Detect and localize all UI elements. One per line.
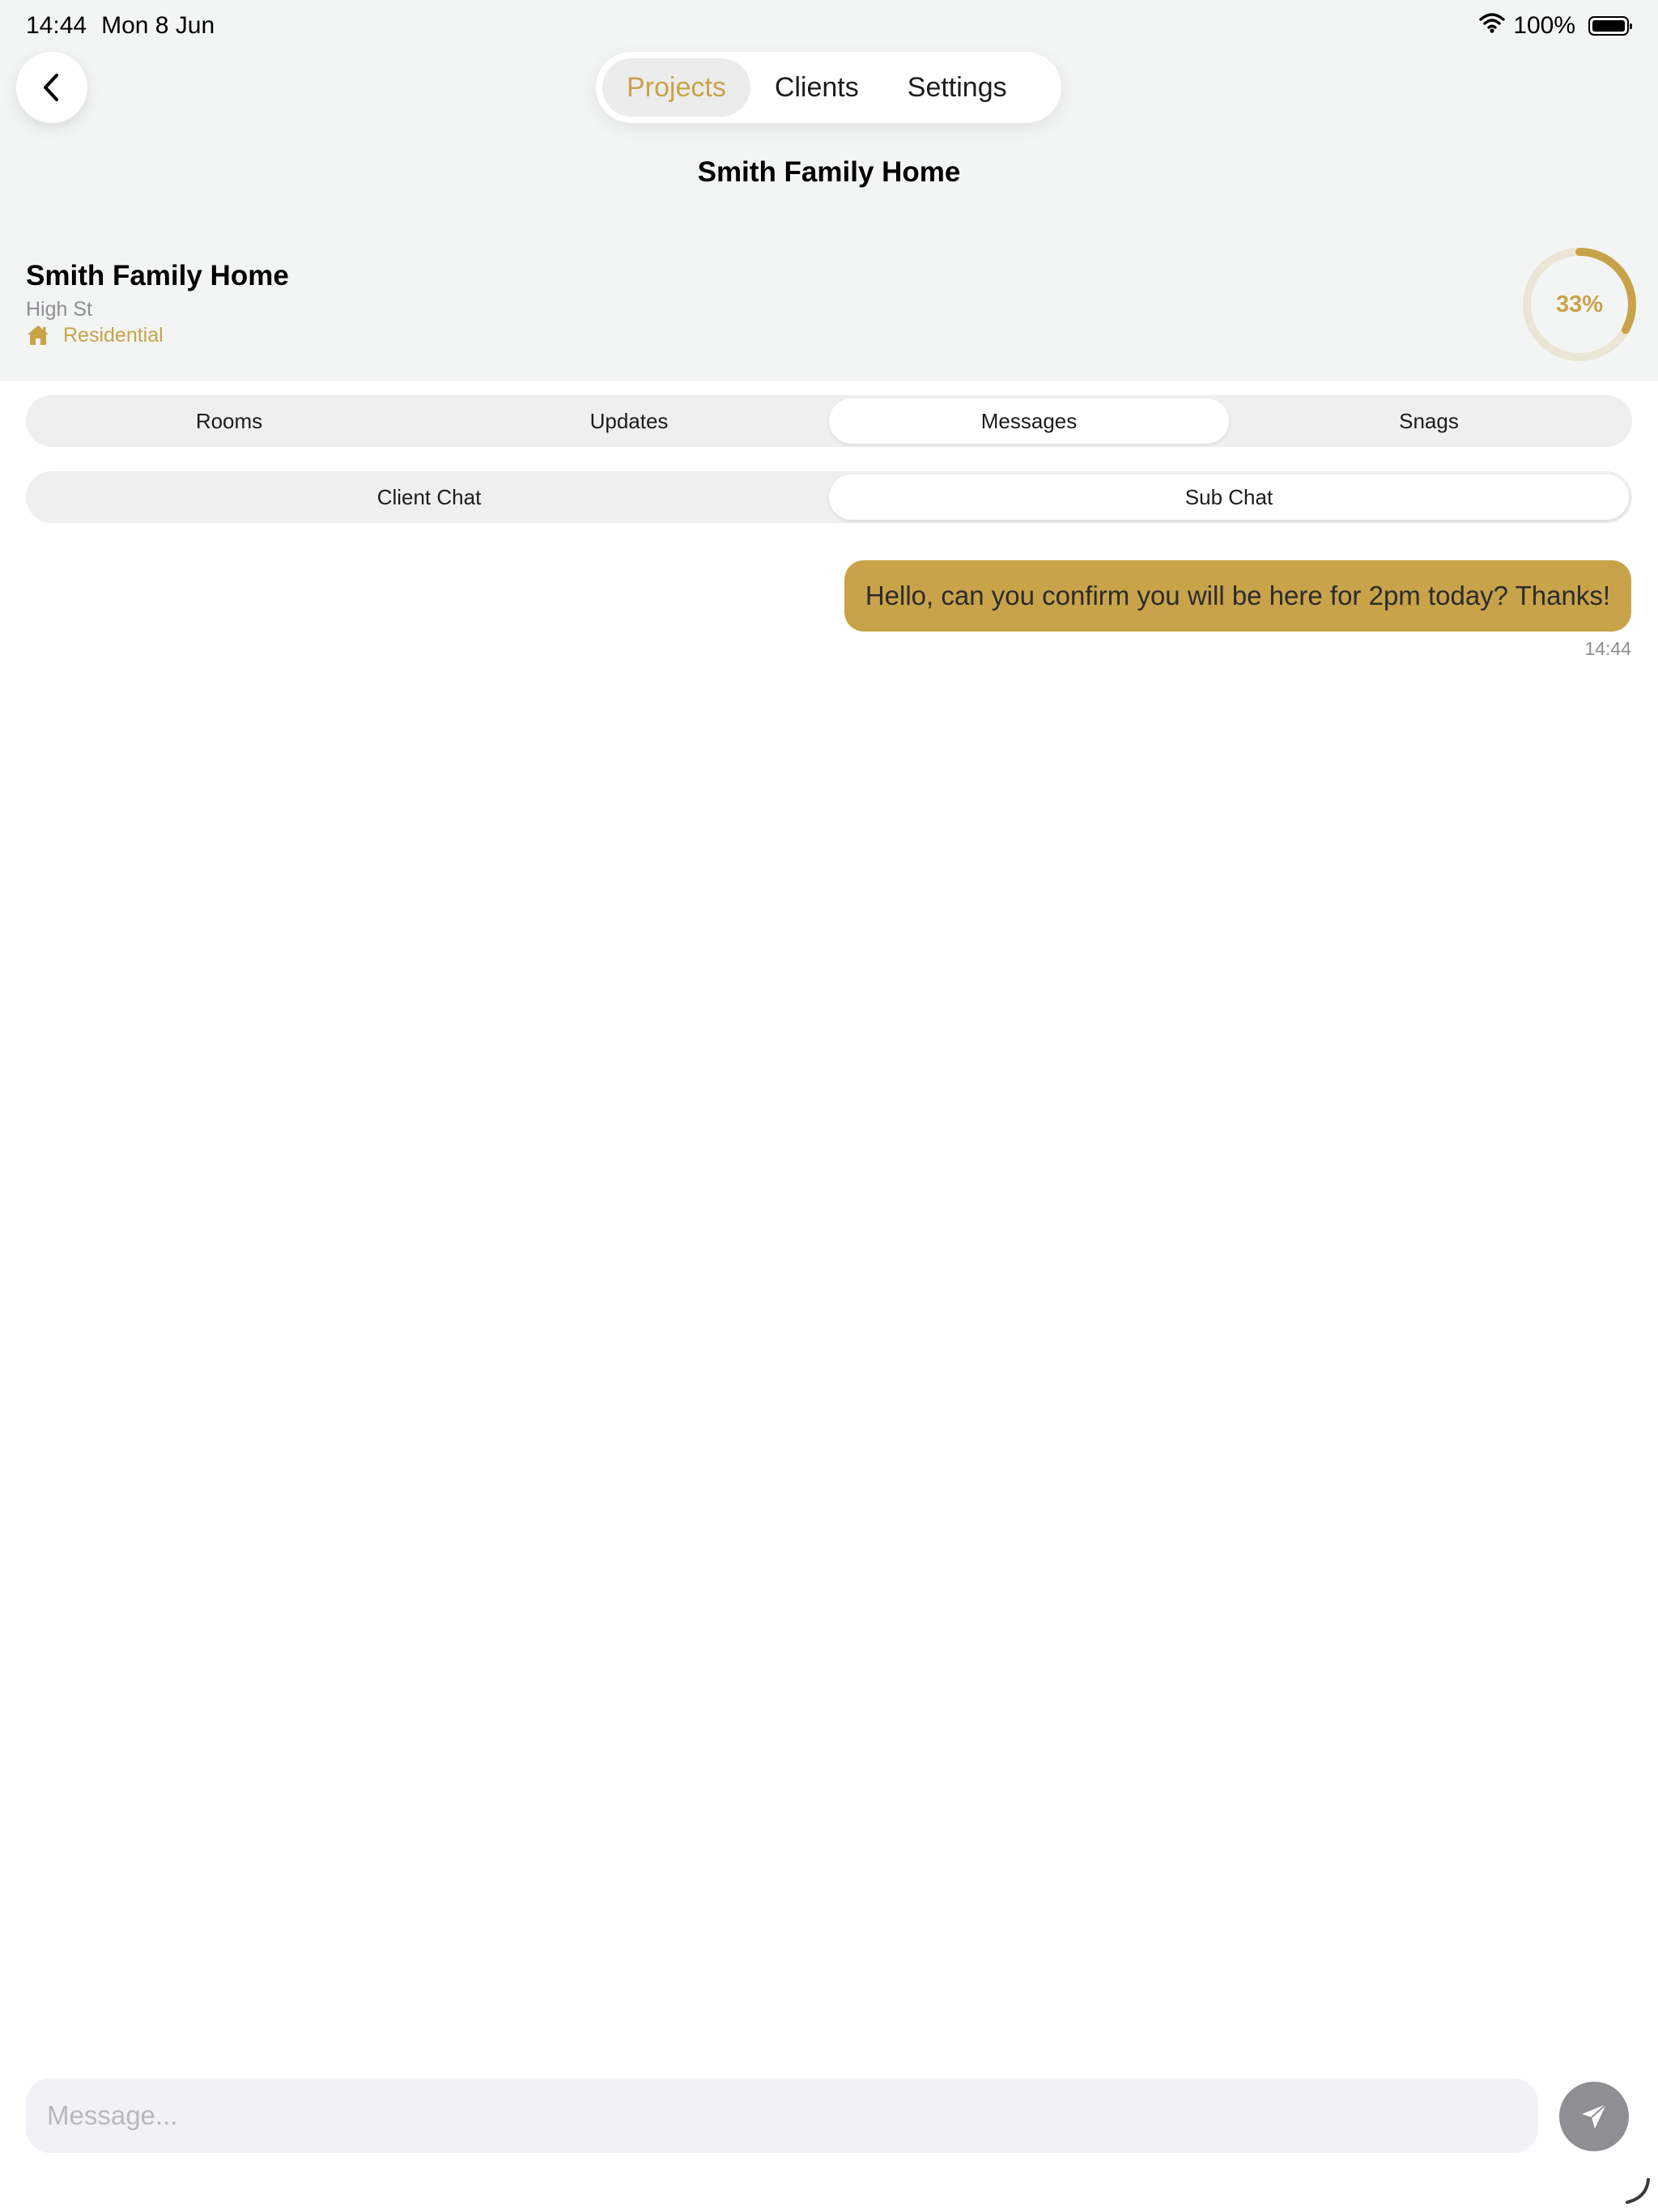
wifi-icon bbox=[1479, 12, 1505, 40]
project-tabs: Rooms Updates Messages Snags bbox=[26, 395, 1632, 447]
status-time: 14:44 bbox=[26, 12, 87, 39]
status-date: Mon 8 Jun bbox=[101, 12, 215, 39]
progress-label: 33% bbox=[1555, 291, 1604, 317]
project-type: Residential bbox=[26, 322, 164, 348]
tab-updates[interactable]: Updates bbox=[429, 398, 829, 444]
project-address: High St bbox=[26, 298, 92, 321]
message-input[interactable] bbox=[45, 2099, 1519, 2132]
tab-snags[interactable]: Snags bbox=[1229, 398, 1629, 444]
send-icon bbox=[1582, 2104, 1607, 2129]
page-title: Smith Family Home bbox=[697, 156, 961, 188]
message-text: Hello, can you confirm you will be here … bbox=[865, 581, 1610, 610]
progress-ring: 33% bbox=[1520, 245, 1639, 364]
tab-sub-chat[interactable]: Sub Chat bbox=[829, 474, 1629, 520]
battery-icon bbox=[1588, 16, 1632, 36]
nav-projects[interactable]: Projects bbox=[602, 58, 750, 117]
chat-tabs: Client Chat Sub Chat bbox=[26, 471, 1632, 523]
nav-clients[interactable]: Clients bbox=[750, 58, 883, 117]
battery-percent: 100% bbox=[1513, 12, 1575, 39]
resize-handle-icon[interactable] bbox=[1621, 2176, 1653, 2206]
message-time: 14:44 bbox=[1584, 638, 1631, 659]
tab-client-chat[interactable]: Client Chat bbox=[29, 474, 829, 520]
chevron-left-icon bbox=[44, 74, 58, 101]
tab-rooms[interactable]: Rooms bbox=[29, 398, 429, 444]
status-bar-right: 100% bbox=[1479, 11, 1632, 40]
house-icon bbox=[28, 325, 49, 345]
send-button[interactable] bbox=[1559, 2082, 1629, 2151]
message-composer bbox=[26, 2078, 1538, 2153]
project-type-label: Residential bbox=[63, 324, 164, 347]
nav-settings[interactable]: Settings bbox=[883, 58, 1031, 117]
back-button[interactable] bbox=[16, 52, 87, 123]
top-nav: Projects Clients Settings bbox=[596, 52, 1061, 123]
message-bubble: Hello, can you confirm you will be here … bbox=[844, 560, 1631, 632]
tab-messages[interactable]: Messages bbox=[829, 398, 1229, 444]
status-bar-time: 14:44 Mon 8 Jun bbox=[26, 11, 215, 40]
project-name: Smith Family Home bbox=[26, 260, 289, 291]
